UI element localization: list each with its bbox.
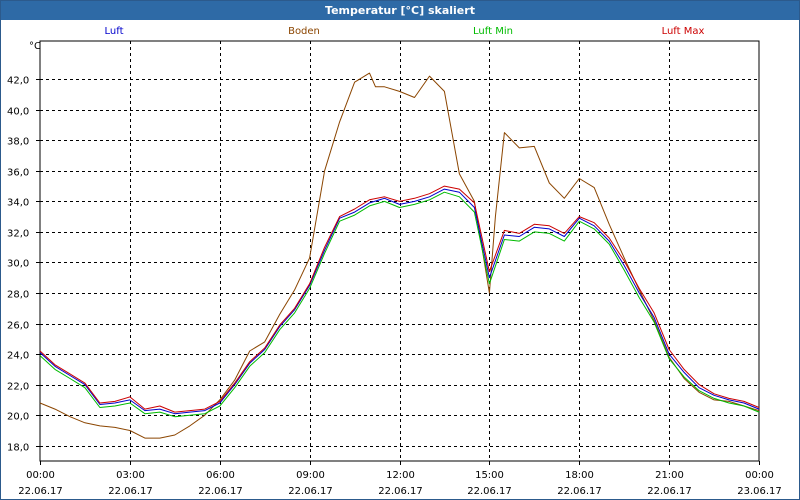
legend-entry: Luft <box>105 26 124 37</box>
x-tick-date: 22.06.17 <box>467 486 512 497</box>
y-tick-label: 38,0 <box>7 137 29 148</box>
x-tick-time: 21:00 <box>655 470 684 481</box>
y-tick-label: 18,0 <box>7 443 29 454</box>
y-tick-label: 20,0 <box>7 412 29 423</box>
x-tick-date: 22.06.17 <box>18 486 63 497</box>
x-tick-date: 22.06.17 <box>108 486 153 497</box>
x-tick-time: 03:00 <box>116 470 145 481</box>
temperature-chart: 18,0 20,0 22,0 24,0 26,0 28,0 30,0 32,0 34,0 36,0… <box>7 26 782 497</box>
x-tick-time: 09:00 <box>296 470 325 481</box>
x-tick-time: 18:00 <box>565 470 594 481</box>
y-tick-label: 42,0 <box>7 76 29 87</box>
x-tick-date: 22.06.17 <box>288 486 333 497</box>
legend-entry: Boden <box>288 26 320 37</box>
x-tick-date: 23.06.17 <box>737 486 782 497</box>
y-tick-label: 28,0 <box>7 290 29 301</box>
y-tick-label: 32,0 <box>7 229 29 240</box>
x-tick-date: 22.06.17 <box>378 486 423 497</box>
plot-frame <box>39 40 760 462</box>
x-tick-time: 12:00 <box>386 470 415 481</box>
chart-window: Temperatur [°C] skaliert 18,0 20,0 22,0 24,… <box>0 0 800 500</box>
x-tick-time: 06:00 <box>206 470 235 481</box>
x-tick-date: 22.06.17 <box>198 486 243 497</box>
y-tick-label: 26,0 <box>7 321 29 332</box>
legend-entry: Luft Min <box>473 26 513 37</box>
x-tick-date: 22.06.17 <box>647 486 692 497</box>
y-tick-label: 30,0 <box>7 259 29 270</box>
y-tick-label: 36,0 <box>7 168 29 179</box>
y-tick-label: 24,0 <box>7 351 29 362</box>
x-tick-date: 22.06.17 <box>557 486 602 497</box>
y-tick-label: 34,0 <box>7 198 29 209</box>
y-axis-unit: °C <box>29 41 41 52</box>
x-tick-time: 00:00 <box>745 470 774 481</box>
x-tick-time: 15:00 <box>475 470 504 481</box>
legend-entry: Luft Max <box>662 26 705 37</box>
x-tick-time: 00:00 <box>26 470 55 481</box>
y-tick-label: 22,0 <box>7 382 29 393</box>
y-tick-label: 40,0 <box>7 107 29 118</box>
